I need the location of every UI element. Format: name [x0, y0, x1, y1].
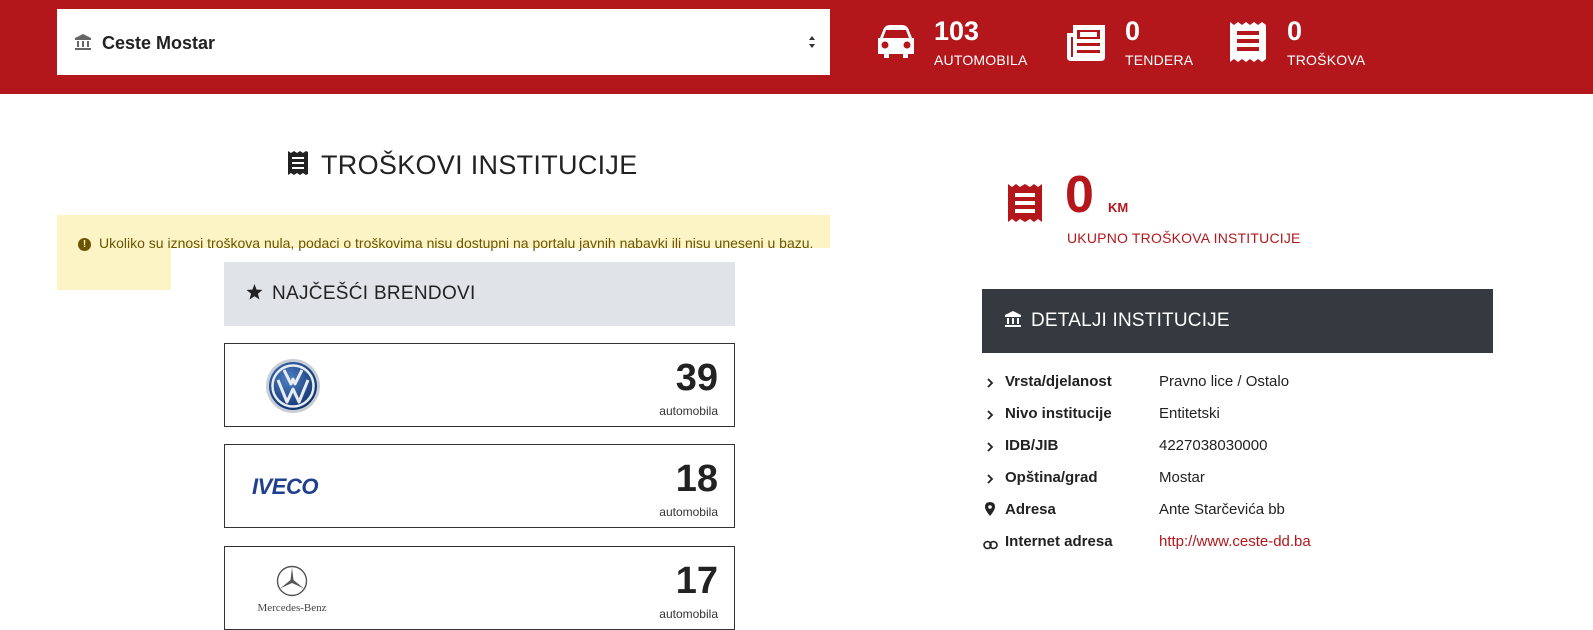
detail-row-type: Vrsta/djelanost Pravno lice / Ostalo	[982, 371, 1493, 395]
chevron-right-icon	[986, 440, 994, 458]
brand-count: 39	[675, 357, 718, 399]
select-caret-icon	[808, 35, 816, 54]
mercedes-benz-logo-icon: Mercedes-Benz	[250, 565, 334, 622]
stat-cars-label: AUTOMOBILA	[934, 52, 1028, 68]
brand-card-mercedes-benz[interactable]: Mercedes-Benz 17 automobila	[224, 546, 735, 630]
detail-key: Nivo institucije	[1005, 405, 1112, 422]
svg-text:IVECO: IVECO	[252, 475, 318, 497]
detail-value: Mostar	[1159, 469, 1205, 486]
stat-tenders-label: TENDERA	[1125, 52, 1194, 68]
detail-row-idb: IDB/JIB 4227038030000	[982, 435, 1493, 459]
detail-key: Internet adresa	[1005, 533, 1113, 550]
bank-icon	[1004, 310, 1022, 333]
brand-unit: automobila	[659, 505, 718, 519]
costs-section-title: TROŠKOVI INSTITUCIJE	[287, 150, 638, 181]
detail-value: Entitetski	[1159, 405, 1220, 422]
newspaper-icon	[1065, 23, 1107, 68]
stat-costs-value: 0	[1287, 16, 1303, 46]
notice-text: Ukoliko su iznosi troškova nula, podaci …	[99, 235, 814, 251]
volkswagen-logo-icon	[265, 358, 321, 419]
stat-costs-label: TROŠKOVA	[1287, 52, 1366, 68]
detail-row-website: Internet adresa http://www.ceste-dd.ba	[982, 531, 1493, 555]
detail-value: Ante Starčevića bb	[1159, 501, 1285, 518]
detail-row-address: Adresa Ante Starčevića bb	[982, 499, 1493, 523]
receipt-icon	[287, 150, 309, 181]
brand-card-iveco[interactable]: IVECO 18 automobila	[224, 444, 735, 528]
car-icon	[876, 24, 916, 65]
stat-tenders-value: 0	[1125, 16, 1141, 46]
total-costs-currency: KM	[1108, 200, 1129, 215]
website-link[interactable]: http://www.ceste-dd.ba	[1159, 533, 1311, 550]
detail-row-municipality: Opština/grad Mostar	[982, 467, 1493, 491]
detail-key: Vrsta/djelanost	[1005, 373, 1112, 390]
chevron-right-icon	[986, 472, 994, 490]
receipt-icon	[1229, 21, 1267, 68]
brand-unit: automobila	[659, 607, 718, 621]
detail-key: Opština/grad	[1005, 469, 1098, 486]
details-title: DETALJI INSTITUCIJE	[1031, 310, 1230, 331]
iveco-logo-icon: IVECO	[252, 474, 334, 502]
brands-header: NAJČEŠĆI BRENDOVI	[224, 262, 735, 326]
institution-select-value: Ceste Mostar	[102, 33, 216, 53]
stat-cars-value: 103	[934, 16, 980, 46]
brands-title: NAJČEŠĆI BRENDOVI	[272, 283, 476, 304]
top-bar: Ceste Mostar 103 AUTOMOBILA 0 TENDERA 0 …	[0, 0, 1593, 94]
map-pin-icon	[985, 502, 995, 521]
detail-key: Adresa	[1005, 501, 1056, 518]
costs-title: TROŠKOVI INSTITUCIJE	[321, 150, 638, 180]
total-costs-value: 0	[1065, 166, 1094, 224]
institution-select[interactable]: Ceste Mostar	[57, 9, 830, 75]
link-icon	[983, 537, 998, 555]
svg-text:Mercedes-Benz: Mercedes-Benz	[257, 602, 326, 614]
star-icon	[246, 283, 263, 305]
detail-row-level: Nivo institucije Entitetski	[982, 403, 1493, 427]
exclamation-icon: !	[78, 238, 91, 251]
details-header: DETALJI INSTITUCIJE	[982, 289, 1493, 353]
notice-text-block: ! Ukoliko su iznosi troškova nula, podaci…	[78, 231, 828, 255]
chevron-right-icon	[986, 408, 994, 426]
total-costs-label: UKUPNO TROŠKOVA INSTITUCIJE	[1067, 230, 1301, 246]
brand-card-volkswagen[interactable]: 39 automobila	[224, 343, 735, 427]
detail-value: 4227038030000	[1159, 437, 1268, 454]
detail-key: IDB/JIB	[1005, 437, 1059, 454]
bank-icon	[74, 33, 92, 56]
brand-count: 18	[675, 458, 718, 500]
chevron-right-icon	[986, 376, 994, 394]
detail-value: Pravno lice / Ostalo	[1159, 373, 1290, 390]
receipt-icon	[1007, 183, 1043, 228]
brand-count: 17	[675, 560, 718, 602]
brand-unit: automobila	[659, 404, 718, 418]
